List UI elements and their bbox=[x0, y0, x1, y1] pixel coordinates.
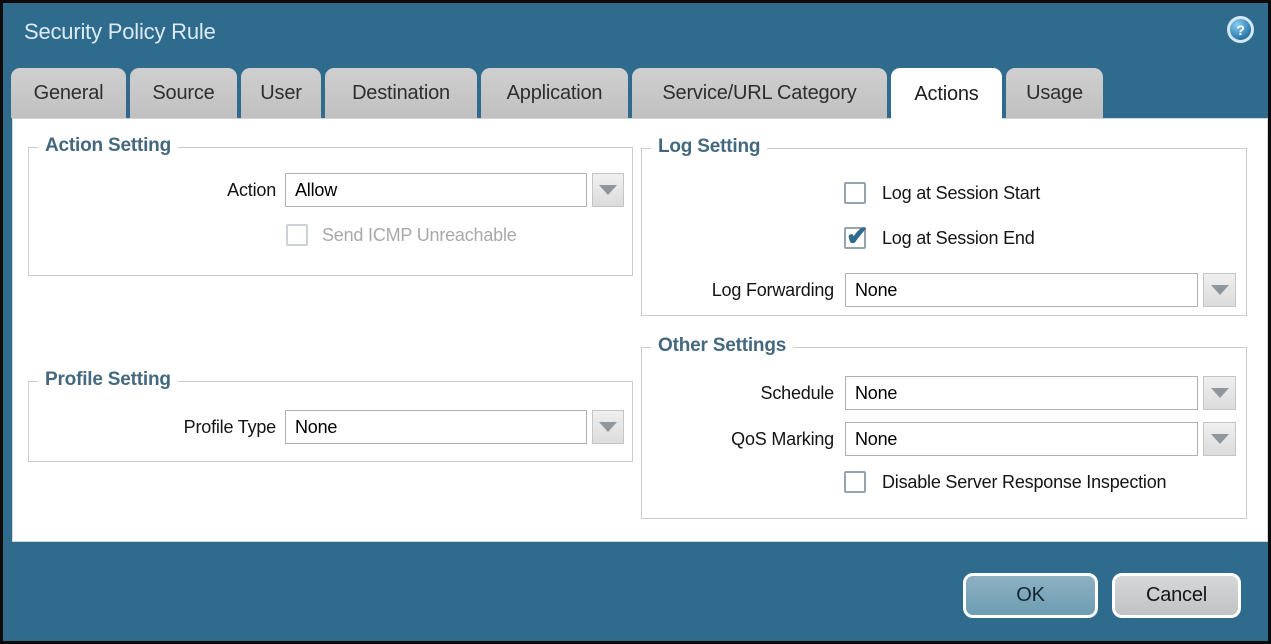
log-at-session-end-label: Log at Session End bbox=[882, 227, 1035, 250]
chevron-down-icon bbox=[599, 185, 617, 195]
tab-general[interactable]: General bbox=[11, 68, 126, 118]
other-settings-group: Other Settings Schedule None QoS Marking… bbox=[641, 347, 1247, 519]
log-at-session-end-checkbox[interactable] bbox=[844, 227, 866, 249]
qos-marking-label: QoS Marking bbox=[642, 422, 834, 456]
tab-service-url-category[interactable]: Service/URL Category bbox=[632, 68, 887, 118]
profile-type-label: Profile Type bbox=[29, 410, 276, 444]
security-policy-rule-dialog: Security Policy Rule ? General Source Us… bbox=[0, 0, 1271, 644]
log-at-session-start-checkbox[interactable] bbox=[844, 182, 866, 204]
profile-setting-group: Profile Setting Profile Type None bbox=[28, 381, 633, 462]
chevron-down-icon bbox=[599, 422, 617, 432]
other-settings-legend: Other Settings bbox=[651, 335, 793, 357]
tab-actions[interactable]: Actions bbox=[891, 68, 1002, 121]
help-icon[interactable]: ? bbox=[1227, 16, 1254, 43]
tab-user[interactable]: User bbox=[241, 68, 321, 118]
tab-source[interactable]: Source bbox=[130, 68, 237, 118]
tab-application[interactable]: Application bbox=[481, 68, 628, 118]
qos-marking-dropdown-button[interactable] bbox=[1203, 422, 1236, 456]
chevron-down-icon bbox=[1211, 285, 1229, 295]
action-setting-group: Action Setting Action Allow Send ICMP Un… bbox=[28, 147, 633, 276]
qos-marking-dropdown[interactable]: None bbox=[845, 422, 1198, 456]
cancel-button[interactable]: Cancel bbox=[1112, 573, 1241, 618]
profile-type-dropdown[interactable]: None bbox=[285, 410, 587, 444]
log-forwarding-dropdown[interactable]: None bbox=[845, 273, 1198, 307]
chevron-down-icon bbox=[1211, 434, 1229, 444]
content-panel: Action Setting Action Allow Send ICMP Un… bbox=[12, 118, 1268, 542]
schedule-label: Schedule bbox=[642, 376, 834, 410]
log-setting-group: Log Setting Log at Session Start Log at … bbox=[641, 148, 1247, 316]
profile-type-dropdown-button[interactable] bbox=[592, 410, 624, 444]
log-setting-legend: Log Setting bbox=[651, 136, 767, 158]
action-label: Action bbox=[29, 173, 276, 207]
disable-server-response-inspection-checkbox[interactable] bbox=[844, 471, 866, 493]
schedule-dropdown-button[interactable] bbox=[1203, 376, 1236, 410]
log-forwarding-dropdown-button[interactable] bbox=[1203, 273, 1236, 307]
log-forwarding-label: Log Forwarding bbox=[642, 273, 834, 307]
dialog-title: Security Policy Rule bbox=[24, 19, 216, 45]
action-setting-legend: Action Setting bbox=[38, 135, 178, 157]
profile-setting-legend: Profile Setting bbox=[38, 369, 178, 391]
disable-server-response-inspection-label: Disable Server Response Inspection bbox=[882, 471, 1166, 494]
send-icmp-unreachable-label: Send ICMP Unreachable bbox=[322, 224, 517, 247]
chevron-down-icon bbox=[1211, 388, 1229, 398]
action-dropdown[interactable]: Allow bbox=[285, 173, 587, 207]
ok-button[interactable]: OK bbox=[963, 573, 1098, 618]
send-icmp-unreachable-checkbox bbox=[286, 224, 308, 246]
tab-usage[interactable]: Usage bbox=[1006, 68, 1103, 118]
tab-destination[interactable]: Destination bbox=[325, 68, 477, 118]
question-mark-glyph: ? bbox=[1236, 22, 1244, 38]
action-dropdown-button[interactable] bbox=[592, 173, 624, 207]
log-at-session-start-label: Log at Session Start bbox=[882, 182, 1040, 205]
schedule-dropdown[interactable]: None bbox=[845, 376, 1198, 410]
